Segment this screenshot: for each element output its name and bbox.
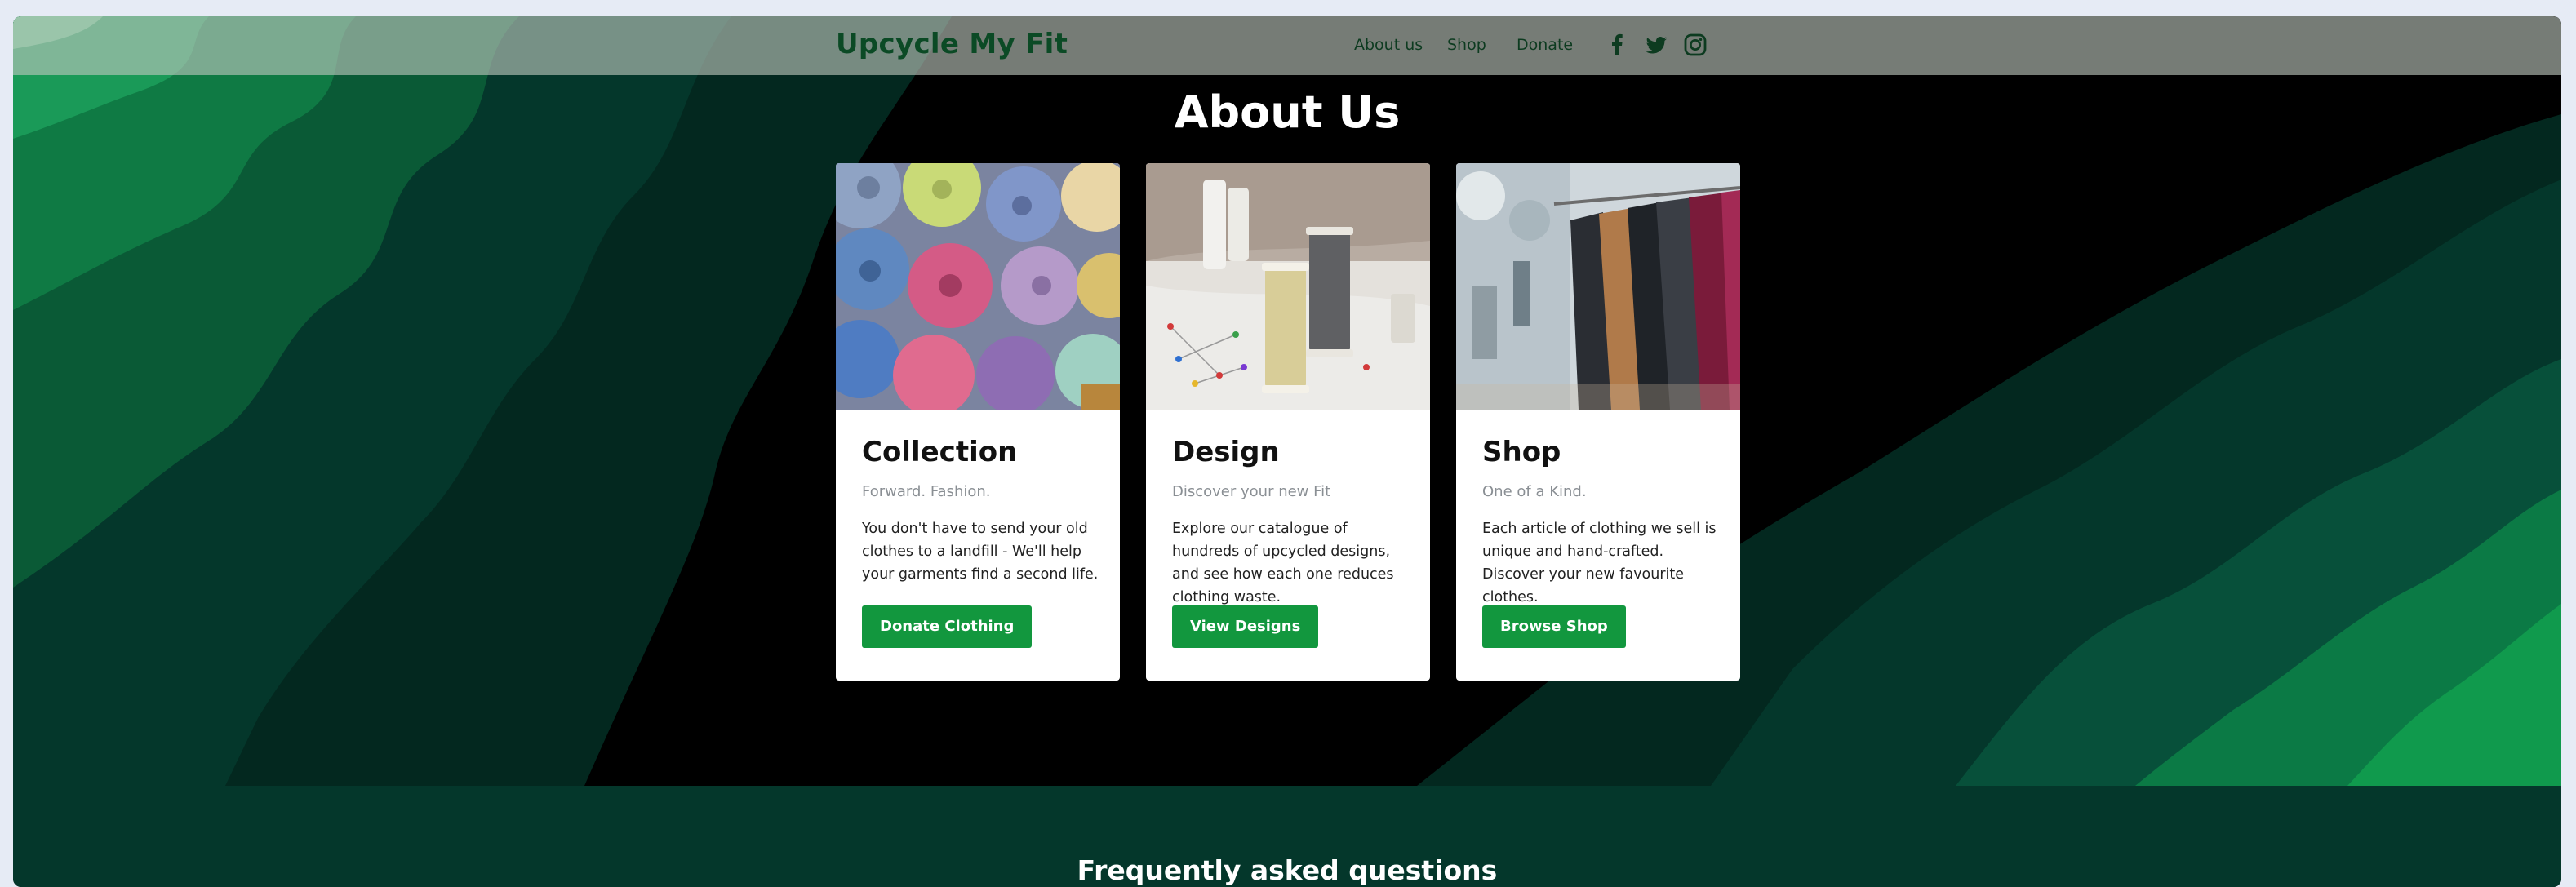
card-title: Collection xyxy=(862,436,1018,468)
card-subtitle: Forward. Fashion. xyxy=(862,483,991,500)
card-text: Each article of clothing we sell is uniq… xyxy=(1482,521,1717,605)
card-image-fabric-rolls xyxy=(836,163,1120,410)
card-design: Design Discover your new Fit Explore our… xyxy=(1146,163,1430,681)
card-subtitle: One of a Kind. xyxy=(1482,483,1587,500)
donate-clothing-button[interactable]: Donate Clothing xyxy=(862,605,1033,648)
about-us-title: About Us xyxy=(1174,86,1401,138)
card-subtitle: Discover your new Fit xyxy=(1172,483,1331,500)
faq-section: Frequently asked questions xyxy=(13,786,2561,887)
card-image-clothing-rack xyxy=(1456,163,1740,410)
card-text: You don't have to send your old clothes … xyxy=(862,521,1099,583)
card-shop: Shop One of a Kind. Each article of clot… xyxy=(1456,163,1740,681)
nav-link-about-us[interactable]: About us xyxy=(1354,36,1423,54)
brand-logo-link[interactable]: Upcycle My Fit xyxy=(836,28,1068,60)
card-image-thread-spools xyxy=(1146,163,1430,410)
twitter-icon[interactable] xyxy=(1642,31,1670,59)
card-title: Shop xyxy=(1482,436,1561,468)
navbar: Upcycle My Fit About us Shop Donate xyxy=(13,16,2561,75)
page-frame: Upcycle My Fit About us Shop Donate Abou… xyxy=(13,16,2561,887)
card-collection: Collection Forward. Fashion. You don't h… xyxy=(836,163,1120,681)
faq-title: Frequently asked questions xyxy=(1077,854,1498,886)
card-text: Explore our catalogue of hundreds of upc… xyxy=(1172,521,1394,605)
facebook-icon[interactable] xyxy=(1603,31,1631,59)
instagram-icon[interactable] xyxy=(1681,31,1709,59)
browse-shop-button[interactable]: Browse Shop xyxy=(1482,605,1626,648)
nav-link-shop[interactable]: Shop xyxy=(1447,36,1486,54)
nav-link-donate[interactable]: Donate xyxy=(1517,36,1573,54)
card-title: Design xyxy=(1172,436,1280,468)
view-designs-button[interactable]: View Designs xyxy=(1172,605,1319,648)
